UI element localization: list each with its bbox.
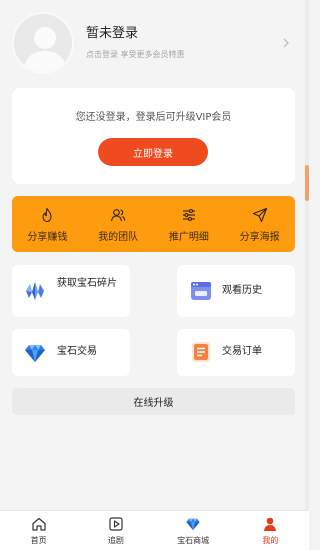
gem-crystal-icon (26, 282, 44, 300)
order-list-icon (192, 342, 210, 362)
tab-drama[interactable]: 追剧 (77, 511, 154, 550)
scrollbar-track[interactable] (305, 0, 309, 510)
menu-item-my-team[interactable]: 我的团队 (83, 196, 154, 252)
watch-history-card[interactable]: 观看历史 (177, 265, 295, 317)
menu-item-share-poster[interactable]: 分享海报 (224, 196, 295, 252)
diamond-icon (186, 518, 200, 530)
menu-item-share-earn[interactable]: 分享赚钱 (12, 196, 83, 252)
menu-label: 分享赚钱 (27, 232, 68, 243)
tab-label: 我的 (262, 536, 279, 545)
login-card: 您还没登录，登录后可升级VIP会员 立即登录 (12, 88, 295, 184)
avatar[interactable] (12, 12, 74, 74)
upgrade-button[interactable]: 在线升级 (12, 388, 295, 415)
scrollbar-thumb[interactable] (305, 165, 309, 201)
flame-icon (42, 207, 52, 223)
login-tip: 您还没登录，登录后可升级VIP会员 (75, 112, 232, 123)
tab-gem-mall[interactable]: 宝石商城 (155, 511, 232, 550)
team-icon (111, 209, 126, 222)
tab-label: 追剧 (107, 536, 124, 545)
card-label: 观看历史 (222, 285, 262, 296)
profile-text: 暂未登录 点击登录 享受更多会员特惠 (86, 26, 185, 60)
play-icon (109, 517, 123, 531)
gem-fragments-card[interactable]: 获取宝石碎片 (12, 265, 130, 317)
card-label: 宝石交易 (57, 346, 97, 357)
tab-label: 首页 (30, 536, 47, 545)
card-label: 交易订单 (222, 346, 262, 357)
sliders-icon (182, 208, 195, 222)
default-avatar-icon (14, 14, 72, 72)
card-label: 获取宝石碎片 (57, 278, 117, 289)
home-icon (32, 517, 46, 531)
menu-label: 我的团队 (98, 232, 139, 243)
feature-menu: 分享赚钱 我的团队 推广明细 分享海报 (12, 196, 295, 252)
menu-label: 分享海报 (239, 232, 280, 243)
send-icon (252, 207, 267, 223)
bottom-tab-bar: 首页 追剧 宝石商城 我的 (0, 510, 309, 550)
tab-label: 宝石商城 (177, 536, 210, 545)
history-icon (191, 282, 211, 300)
tab-home[interactable]: 首页 (0, 511, 77, 550)
profile-subtitle: 点击登录 享受更多会员特惠 (86, 50, 185, 59)
diamond-icon (25, 345, 45, 362)
profile-page: 暂未登录 点击登录 享受更多会员特惠 您还没登录，登录后可升级VIP会员 立即登… (0, 0, 305, 510)
gem-trade-card[interactable]: 宝石交易 (12, 329, 130, 376)
chevron-right-icon[interactable] (280, 37, 292, 49)
menu-label: 推广明细 (168, 232, 209, 243)
profile-name[interactable]: 暂未登录 (86, 26, 185, 42)
tab-mine[interactable]: 我的 (232, 511, 309, 550)
menu-item-promo-detail[interactable]: 推广明细 (154, 196, 225, 252)
profile-header[interactable]: 暂未登录 点击登录 享受更多会员特惠 (0, 0, 305, 84)
trade-orders-card[interactable]: 交易订单 (177, 329, 295, 376)
person-icon (264, 517, 277, 531)
login-button[interactable]: 立即登录 (98, 138, 208, 166)
